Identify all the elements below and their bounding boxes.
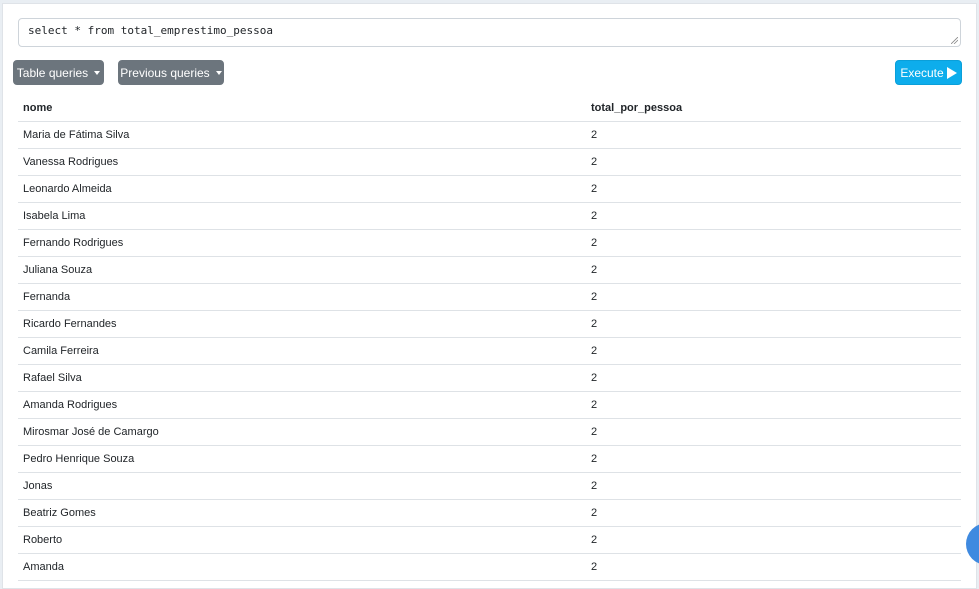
cell-nome: Beatriz Gomes [18,499,586,527]
previous-queries-label: Previous queries [120,65,210,80]
cell-nome: Rafael Silva [18,364,586,392]
cell-nome: Leonardo Almeida [18,175,586,203]
table-row: Roberto 2 [18,526,961,554]
table-row: Vanessa Rodrigues 2 [18,148,961,176]
cell-nome: Juliana Souza [18,256,586,284]
cell-nome: Amanda Rodrigues [18,391,586,419]
cell-total-por-pessoa: 2 [586,364,961,392]
cell-total-por-pessoa: 2 [586,418,961,446]
cell-total-por-pessoa: 2 [586,202,961,230]
table-row: Pedro Henrique Souza 2 [18,445,961,473]
table-queries-label: Table queries [16,65,89,80]
cell-total-por-pessoa: 2 [586,472,961,500]
table-queries-dropdown-button[interactable]: Table queries [13,60,104,85]
table-row: Juliana Souza 2 [18,256,961,284]
execute-label: Execute [900,65,944,80]
cell-total-por-pessoa: 2 [586,175,961,203]
sql-query-textarea[interactable]: select * from total_emprestimo_pessoa [18,18,961,47]
cell-nome: Camila Ferreira [18,337,586,365]
table-row: Camila Ferreira 2 [18,337,961,365]
cell-nome: Ricardo Fernandes [18,310,586,338]
cell-nome: Maria de Fátima Silva [18,121,586,149]
column-header-nome: nome [18,94,586,122]
caret-down-icon [94,71,101,75]
table-row: Rafael Silva 2 [18,364,961,392]
cell-total-por-pessoa: 2 [586,337,961,365]
cell-total-por-pessoa: 2 [586,553,961,581]
cell-total-por-pessoa: 2 [586,310,961,338]
table-row: Isabela Lima 2 [18,202,961,230]
results-table: nome total_por_pessoa Maria de Fátima Si… [18,94,961,581]
cell-nome: Roberto [18,526,586,554]
sql-query-panel: select * from total_emprestimo_pessoa Ta… [2,3,977,589]
cell-total-por-pessoa: 2 [586,391,961,419]
cell-nome: Jonas [18,472,586,500]
cell-nome: Mirosmar José de Camargo [18,418,586,446]
cell-nome: Fernando Rodrigues [18,229,586,257]
cell-nome: Amanda [18,553,586,581]
table-row: Mirosmar José de Camargo 2 [18,418,961,446]
table-row: Amanda Rodrigues 2 [18,391,961,419]
table-row: Fernando Rodrigues 2 [18,229,961,257]
execute-button[interactable]: Execute [895,60,962,85]
table-row: Maria de Fátima Silva 2 [18,121,961,149]
resize-grip-icon[interactable] [951,37,958,44]
cell-total-por-pessoa: 2 [586,283,961,311]
previous-queries-dropdown-button[interactable]: Previous queries [118,60,224,85]
cell-total-por-pessoa: 2 [586,445,961,473]
column-header-total-por-pessoa: total_por_pessoa [586,94,961,122]
cell-total-por-pessoa: 2 [586,229,961,257]
table-row: Jonas 2 [18,472,961,500]
cell-nome: Pedro Henrique Souza [18,445,586,473]
cell-nome: Isabela Lima [18,202,586,230]
table-header-row: nome total_por_pessoa [18,94,961,122]
sql-query-text[interactable]: select * from total_emprestimo_pessoa [28,24,273,37]
cell-total-por-pessoa: 2 [586,256,961,284]
cell-total-por-pessoa: 2 [586,526,961,554]
table-row: Fernanda 2 [18,283,961,311]
cell-total-por-pessoa: 2 [586,121,961,149]
play-icon [946,66,957,79]
results-table-body: Maria de Fátima Silva 2 Vanessa Rodrigues 2… [18,121,961,581]
table-row: Beatriz Gomes 2 [18,499,961,527]
cell-nome: Vanessa Rodrigues [18,148,586,176]
caret-down-icon [215,71,222,75]
cell-total-por-pessoa: 2 [586,148,961,176]
table-row: Ricardo Fernandes 2 [18,310,961,338]
cell-total-por-pessoa: 2 [586,499,961,527]
table-row: Amanda 2 [18,553,961,581]
cell-nome: Fernanda [18,283,586,311]
table-row: Leonardo Almeida 2 [18,175,961,203]
